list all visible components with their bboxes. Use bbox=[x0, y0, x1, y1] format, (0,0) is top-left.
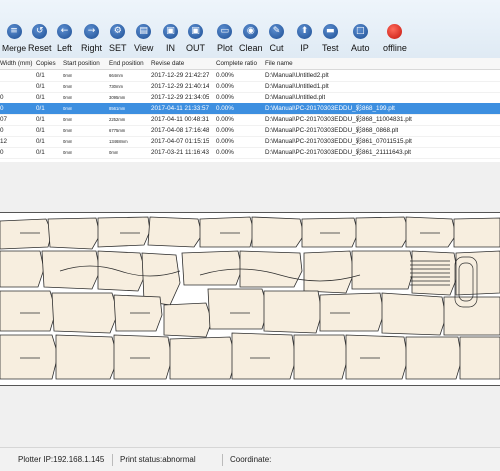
offline-status-icon bbox=[387, 24, 403, 39]
col-ratio[interactable]: Complete ratio bbox=[216, 58, 257, 69]
table-row[interactable]: 0 0/1 0mm 0mm 2017-03-21 11:16:43 0.00% … bbox=[0, 147, 500, 159]
table-header: Width (mm) Copies Start position End pos… bbox=[0, 58, 500, 70]
offline-button[interactable]: offline bbox=[383, 24, 407, 53]
col-date[interactable]: Revise date bbox=[151, 58, 184, 69]
auto-button[interactable]: □ Auto bbox=[351, 24, 370, 53]
view-icon: ▤ bbox=[136, 24, 152, 39]
import-icon: ▣ bbox=[163, 24, 178, 39]
coordinate-readout: Coordinate: bbox=[230, 455, 272, 464]
reset-button[interactable]: ↺ Reset bbox=[28, 24, 52, 53]
merge-icon: ≡ bbox=[6, 24, 22, 39]
auto-icon: □ bbox=[352, 24, 368, 39]
export-icon: ▣ bbox=[188, 24, 203, 39]
out-button[interactable]: ▣ OUT bbox=[186, 24, 205, 53]
view-button[interactable]: ▤ View bbox=[134, 24, 153, 53]
col-start[interactable]: Start position bbox=[63, 58, 100, 69]
right-button[interactable]: → Right bbox=[81, 24, 102, 53]
status-separator bbox=[112, 454, 113, 466]
gear-icon: ⚙ bbox=[110, 24, 126, 39]
marker-layout-drawing bbox=[0, 216, 500, 380]
arrow-left-icon: ← bbox=[57, 24, 72, 39]
status-separator bbox=[222, 454, 223, 466]
set-button[interactable]: ⚙ SET bbox=[109, 24, 127, 53]
test-icon: ▬ bbox=[322, 24, 338, 39]
test-button[interactable]: ▬ Test bbox=[322, 24, 339, 53]
file-table: Width (mm) Copies Start position End pos… bbox=[0, 58, 500, 163]
toolbar: ≡ Merge ↺ Reset ← Left → Right ⚙ SET ▤ V… bbox=[0, 0, 500, 59]
col-end[interactable]: End position bbox=[109, 58, 144, 69]
cut-button[interactable]: ✎ Cut bbox=[269, 24, 284, 53]
in-button[interactable]: ▣ IN bbox=[163, 24, 178, 53]
marker-preview[interactable] bbox=[0, 212, 500, 386]
left-button[interactable]: ← Left bbox=[57, 24, 72, 53]
plot-icon: ▭ bbox=[217, 24, 233, 39]
col-copies[interactable]: Copies bbox=[36, 58, 56, 69]
print-status: Print status:abnormal bbox=[120, 455, 196, 464]
plotter-ip: Plotter IP:192.168.1.145 bbox=[18, 455, 105, 464]
ip-button[interactable]: ⬆ IP bbox=[297, 24, 312, 53]
col-width[interactable]: Width (mm) bbox=[0, 58, 33, 69]
merge-button[interactable]: ≡ Merge bbox=[2, 24, 26, 53]
reset-icon: ↺ bbox=[32, 24, 48, 39]
status-bar: Plotter IP:192.168.1.145 Print status:ab… bbox=[0, 447, 500, 471]
arrow-right-icon: → bbox=[84, 24, 99, 39]
plot-button[interactable]: ▭ Plot bbox=[217, 24, 233, 53]
clean-icon: ◉ bbox=[243, 24, 259, 39]
cut-icon: ✎ bbox=[269, 24, 284, 39]
clean-button[interactable]: ◉ Clean bbox=[239, 24, 263, 53]
col-filename[interactable]: File name bbox=[265, 58, 293, 69]
ip-icon: ⬆ bbox=[297, 24, 312, 39]
